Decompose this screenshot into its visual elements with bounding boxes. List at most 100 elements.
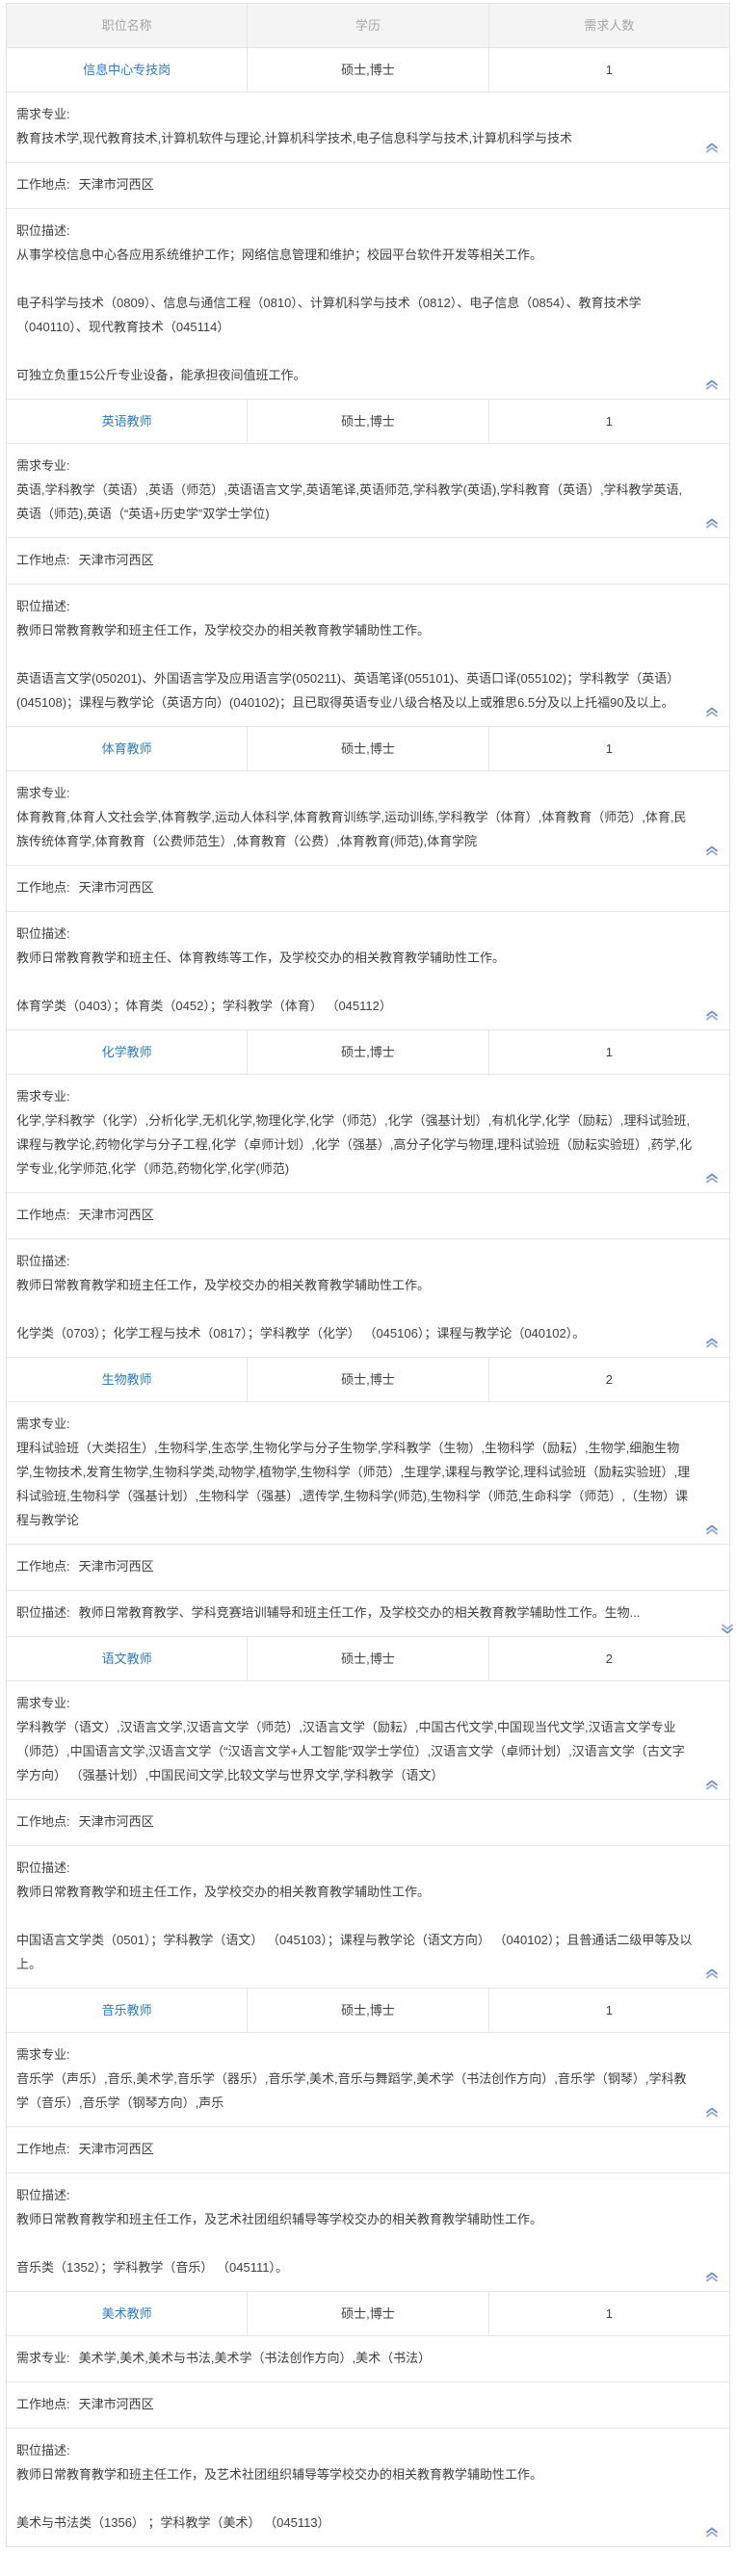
- majors-text: 理科试验班（大类招生）,生物科学,生态学,生物化学与分子生物学,学科教学（生物）…: [16, 1441, 690, 1527]
- position-row: 信息中心专技岗 硕士,博士1: [7, 47, 729, 91]
- description-paragraph: 美术与书法类（1356） ；学科教学（美术） （045113）: [16, 2511, 693, 2535]
- collapse-toggle-button[interactable]: [703, 1965, 721, 1982]
- chevron-double-up-icon: [704, 2524, 720, 2539]
- collapse-toggle-button[interactable]: [703, 1521, 721, 1538]
- position-name-link[interactable]: 美术教师: [102, 2306, 152, 2321]
- position-name-cell: 信息中心专技岗: [7, 48, 247, 91]
- location-section: 工作地点:天津市河西区: [7, 2126, 729, 2173]
- collapse-toggle-button[interactable]: [703, 2523, 721, 2540]
- position-row: 化学教师硕士,博士1: [7, 1029, 729, 1074]
- majors-text: 美术学,美术,美术与书法,美术学（书法创作方向）,美术（书法）: [79, 2351, 431, 2365]
- collapse-toggle-button[interactable]: [703, 376, 721, 393]
- degree-cell: 硕士,博士: [247, 1989, 487, 2032]
- chevron-double-up-icon: [704, 140, 720, 155]
- column-header-headcount: 需求人数: [488, 4, 729, 47]
- description-section: 职位描述:教师日常教育教学和班主任工作，及学校交办的相关教育教学辅助性工作。化学…: [7, 1238, 729, 1357]
- position-row: 语文教师 硕士,博士2: [7, 1636, 729, 1680]
- location-section: 工作地点:天津市河西区: [7, 1192, 729, 1238]
- description-paragraph: 电子科学与技术（0809）、信息与通信工程（0810）、计算机科学与技术（081…: [16, 291, 693, 339]
- chevron-double-up-icon: [704, 1007, 720, 1023]
- description-paragraph: 可独立负重15公斤专业设备，能承担夜间值班工作。: [16, 363, 693, 387]
- chevron-double-up-icon: [704, 1170, 720, 1185]
- table-header-row: 职位名称学历需求人数: [7, 4, 729, 47]
- degree-cell: 硕士,博士: [247, 1358, 487, 1401]
- description-paragraph: 教师日常教育教学和班主任工作，及艺术社团组织辅导等学校交办的相关教育教学辅助性工…: [16, 2462, 693, 2486]
- collapse-toggle-button[interactable]: [703, 1776, 721, 1793]
- degree-cell: 硕士,博士: [247, 727, 487, 770]
- position-name-link[interactable]: 音乐教师: [102, 2003, 152, 2017]
- headcount-cell: 1: [488, 48, 729, 91]
- collapse-toggle-button[interactable]: [703, 842, 721, 859]
- expand-toggle-button[interactable]: [703, 1605, 721, 1623]
- description-paragraph: 教师日常教育教学和班主任工作，及学校交办的相关教育教学辅助性工作。: [16, 618, 693, 642]
- majors-section: 需求专业: 美术学,美术,美术与书法,美术学（书法创作方向）,美术（书法）: [7, 2335, 729, 2381]
- description-label: 职位描述:: [16, 2183, 693, 2207]
- location-text: 天津市河西区: [79, 1814, 154, 1829]
- position-name-cell: 化学教师: [7, 1030, 247, 1074]
- collapse-toggle-button[interactable]: [703, 1006, 721, 1024]
- majors-text: 英语,学科教学（英语）,英语（师范）,英语语言文学,英语笔译,英语师范,学科教学…: [16, 482, 682, 521]
- position-name-link[interactable]: 信息中心专技岗: [83, 63, 171, 77]
- location-text: 天津市河西区: [79, 2142, 154, 2156]
- majors-label: 需求专业:: [16, 2351, 70, 2365]
- collapse-toggle-button[interactable]: [703, 2103, 721, 2121]
- description-paragraph: 教师日常教育教学和班主任、体育教练等工作，及学校交办的相关教育教学辅助性工作。: [16, 946, 693, 970]
- location-text: 天津市河西区: [79, 880, 154, 895]
- majors-section: 需求专业:化学,学科教学（化学）,分析化学,无机化学,物理化学,化学（师范）,化…: [7, 1074, 729, 1192]
- majors-section: 需求专业: 学科教学（语文）,汉语言文学,汉语言文学（师范）,汉语言文学（励耘）,…: [7, 1680, 729, 1799]
- description-section: 职位描述:教师日常教育教学、学科竞赛培训辅导和班主任工作，及学校交办的相关教育教…: [7, 1590, 729, 1636]
- collapse-toggle-button[interactable]: [703, 139, 721, 156]
- description-section: 职位描述:教师日常教育教学和班主任工作，及学校交办的相关教育教学辅助性工作。英语…: [7, 584, 729, 726]
- position-name-link[interactable]: 语文教师: [102, 1652, 152, 1666]
- headcount-cell: 1: [488, 1030, 729, 1074]
- collapse-toggle-button[interactable]: [703, 514, 721, 532]
- collapse-toggle-button[interactable]: [703, 2268, 721, 2285]
- description-section: 职位描述:教师日常教育教学和班主任工作，及学校交办的相关教育教学辅助性工作。中国…: [7, 1845, 729, 1988]
- chevron-double-up-icon: [704, 1965, 720, 1981]
- location-text: 天津市河西区: [79, 1559, 154, 1574]
- majors-label: 需求专业:: [16, 2043, 693, 2067]
- majors-section: 需求专业:教育技术学,现代教育技术,计算机软件与理论,计算机科学技术,电子信息科…: [7, 91, 729, 162]
- headcount-cell: 1: [488, 727, 729, 770]
- description-paragraph: 英语语言文学(050201)、外国语言学及应用语言学(050211)、英语笔译(…: [16, 666, 693, 715]
- majors-text: 学科教学（语文）,汉语言文学,汉语言文学（师范）,汉语言文学（励耘）,中国古代文…: [16, 1720, 685, 1782]
- chevron-double-up-icon: [704, 515, 720, 531]
- position-name-link[interactable]: 体育教师: [102, 742, 152, 756]
- location-text: 天津市河西区: [79, 553, 154, 567]
- description-label: 职位描述:: [16, 1249, 693, 1273]
- location-label: 工作地点:: [16, 2397, 70, 2411]
- chevron-double-down-icon: [704, 1606, 720, 1622]
- description-paragraph: 从事学校信息中心各应用系统维护工作；网络信息管理和维护；校园平台软件开发等相关工…: [16, 243, 693, 267]
- collapse-toggle-button[interactable]: [703, 703, 721, 720]
- headcount-cell: 2: [488, 1637, 729, 1680]
- description-paragraph: 音乐类（1352）；学科教学（音乐） （045111）。: [16, 2255, 693, 2279]
- position-name-link[interactable]: 英语教师: [102, 414, 152, 429]
- majors-text: 化学,学科教学（化学）,分析化学,无机化学,物理化学,化学（师范）,化学（强基计…: [16, 1113, 692, 1176]
- description-paragraph: 体育学类（0403）；体育类（0452）；学科教学（体育） （045112）: [16, 994, 693, 1018]
- location-label: 工作地点:: [16, 1814, 70, 1829]
- description-label: 职位描述:: [16, 1856, 693, 1880]
- chevron-double-up-icon: [704, 704, 720, 719]
- position-name-link[interactable]: 化学教师: [102, 1045, 152, 1059]
- position-name-cell: 美术教师: [7, 2292, 247, 2335]
- description-paragraph: 教师日常教育教学和班主任工作，及艺术社团组织辅导等学校交办的相关教育教学辅助性工…: [16, 2207, 693, 2231]
- chevron-double-up-icon: [704, 1777, 720, 1792]
- degree-cell: 硕士,博士: [247, 48, 487, 91]
- description-section: 职位描述:教师日常教育教学和班主任工作，及艺术社团组织辅导等学校交办的相关教育教…: [7, 2173, 729, 2291]
- description-section: 职位描述:从事学校信息中心各应用系统维护工作；网络信息管理和维护；校园平台软件开…: [7, 208, 729, 399]
- position-name-cell: 音乐教师: [7, 1989, 247, 2032]
- position-row: 美术教师硕士,博士1: [7, 2291, 729, 2335]
- headcount-cell: 1: [488, 1989, 729, 2032]
- collapse-toggle-button[interactable]: [703, 1334, 721, 1351]
- position-name-link[interactable]: 生物教师: [102, 1372, 152, 1387]
- majors-label: 需求专业:: [16, 1691, 693, 1715]
- degree-cell: 硕士,博士: [247, 1637, 487, 1680]
- description-section: 职位描述:教师日常教育教学和班主任工作，及艺术社团组织辅导等学校交办的相关教育教…: [7, 2428, 729, 2546]
- chevron-double-up-icon: [704, 1522, 720, 1537]
- majors-section: 需求专业:体育教育,体育人文社会学,体育教学,运动人体科学,体育教育训练学,运动…: [7, 770, 729, 865]
- location-text: 天津市河西区: [79, 177, 154, 192]
- collapse-toggle-button[interactable]: [703, 1169, 721, 1186]
- chevron-double-up-icon: [704, 2269, 720, 2284]
- majors-label: 需求专业:: [16, 781, 693, 805]
- majors-text: 音乐学（声乐）,音乐,美术学,音乐学（器乐）,音乐学,美术,音乐与舞蹈学,美术学…: [16, 2071, 687, 2110]
